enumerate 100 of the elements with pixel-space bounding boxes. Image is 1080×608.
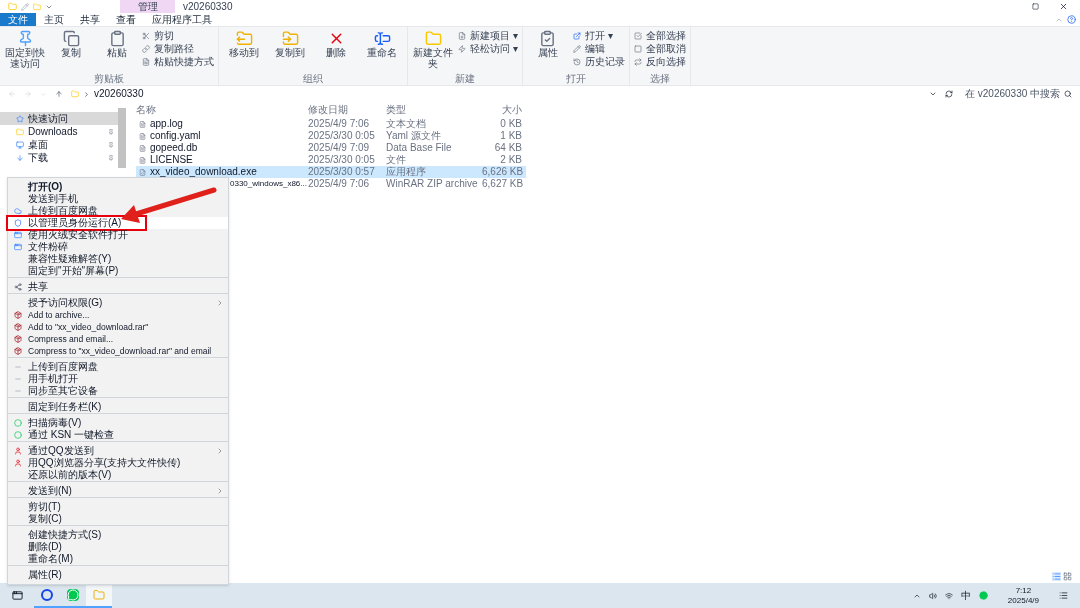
clock[interactable]: 7:12 2025/4/9 [1007,585,1039,606]
status-icon[interactable] [978,591,988,600]
menu-item[interactable]: 通过QQ发送到 [8,441,228,457]
ribbon-button[interactable]: 删除 [315,30,357,73]
ribbon-button[interactable]: 属性 [526,30,569,73]
ribbon-group-label: 剪贴板 [93,73,125,85]
menu-item[interactable]: 用QQ浏览器分享(支持大文件快传) [8,457,228,469]
address-bar[interactable]: v20260330 [71,87,921,101]
ribbon-button[interactable]: 重命名 [361,30,403,73]
file-size: 64 KB [493,142,523,154]
column-header[interactable]: 修改日期 [308,104,386,116]
help-icon[interactable] [1067,15,1076,24]
cloud-icon [14,207,22,215]
menu-item[interactable]: 通过 KSN 一键检查 [8,429,228,441]
ribbon-small-button[interactable]: 粘贴快捷方式 [142,56,214,68]
ribbon-button[interactable]: 新建文件夹 [412,30,454,73]
menu-item[interactable]: 共享 [8,277,228,293]
ribbon-tab[interactable]: 共享 [72,13,108,26]
menu-item[interactable]: 上传到百度网盘 [8,357,228,373]
column-header[interactable]: 大小 [482,104,526,116]
menu-item[interactable]: 扫描病毒(V) [8,413,228,429]
search-field[interactable]: 在 v20260330 中搜索 [961,87,1072,101]
menu-item[interactable]: 固定到任务栏(K) [8,397,228,413]
menu-item[interactable]: 上传到百度网盘 [8,205,228,217]
ribbon-tab[interactable]: 应用程序工具 [144,13,220,26]
ribbon-small-button[interactable]: 历史记录 [572,56,625,68]
nav-item[interactable]: 桌面 [0,138,118,151]
menu-item[interactable]: 还原以前的版本(V) [8,469,228,481]
menu-item[interactable]: 剪切(T) [8,497,228,513]
menu-item[interactable]: Add to "xx_video_download.rar" [8,321,228,333]
menu-item[interactable]: Compress to "xx_video_download.rar" and email [8,345,228,357]
menu-item[interactable]: Add to archive... [8,309,228,321]
ribbon-button[interactable]: 复制 [50,30,92,73]
menu-item[interactable]: 属性(R) [8,565,228,581]
menu-item[interactable]: Compress and email... [8,333,228,345]
ribbon-tab[interactable]: 查看 [108,13,144,26]
ribbon-button[interactable]: 移动到 [223,30,265,73]
menu-item[interactable]: 发送到(N) [8,481,228,497]
menu-item[interactable]: 兼容性疑难解答(Y) [8,253,228,265]
nav-item[interactable]: 下载 [0,151,118,164]
menu-item[interactable]: 打开(O) [8,181,228,193]
pencil-icon[interactable] [21,2,29,11]
menu-item[interactable]: 创建快捷方式(S) [8,525,228,541]
notification-icon[interactable] [1059,591,1068,600]
ribbon-small-button[interactable]: 复制路径 [142,43,214,55]
nav-item[interactable]: 快速访问 [0,112,118,125]
file-date: 2025/3/30 0:05 [308,130,376,142]
menu-item[interactable]: 删除(D) [8,541,228,553]
menu-item[interactable]: 发送到手机 [8,193,228,205]
column-header[interactable]: 类型 [386,104,482,116]
refresh-icon[interactable] [945,90,953,98]
scrollbar[interactable] [118,108,126,168]
ribbon-small-button[interactable]: 全部选择 [633,30,686,42]
menu-item-label: 删除(D) [28,541,62,553]
file-row[interactable]: gopeed.db 2025/4/9 7:09 Data Base File 64 KB [136,142,526,154]
network-icon[interactable] [944,591,953,600]
volume-icon[interactable] [928,591,937,600]
dropdown-icon[interactable] [929,90,937,98]
ribbon-small-button[interactable]: 全部取消 [633,43,686,55]
input-method-indicator[interactable]: 中 [960,588,971,603]
large-icons-view-icon[interactable] [1063,572,1072,581]
ribbon-button[interactable]: 固定到快速访问 [4,30,46,73]
ribbon-small-button[interactable]: 新建项目 ▾ [458,30,518,42]
menu-item[interactable]: 授予访问权限(G) [8,293,228,309]
menu-item-label: 重命名(M) [28,553,73,565]
menu-item[interactable]: 用手机打开 [8,373,228,385]
menu-item[interactable]: 使用火绒安全软件打开 [8,229,228,241]
menu-item-label: 还原以前的版本(V) [28,469,112,481]
menu-item[interactable]: 重命名(M) [8,553,228,565]
ribbon-small-button[interactable]: 反向选择 [633,56,686,68]
file-size: 1 KB [499,130,523,142]
file-size: 6,627 KB [482,178,525,190]
details-view-icon[interactable] [1052,572,1061,581]
ribbon-small-button[interactable]: 剪切 [142,30,214,42]
ribbon-button[interactable]: 复制到 [269,30,311,73]
menu-item[interactable]: 同步至其它设备 [8,385,228,397]
menu-item-label: Compress and email... [28,333,114,345]
file-date: 2025/3/30 0:57 [308,166,376,178]
column-header[interactable]: 名称 [136,104,308,116]
ribbon-small-button[interactable]: 编辑 [572,43,625,55]
menu-item[interactable]: 固定到"开始"屏幕(P) [8,265,228,277]
ribbon-button[interactable]: 粘贴 [96,30,138,73]
file-row[interactable]: LICENSE 2025/3/30 0:05 文件 2 KB [136,154,526,166]
menu-item[interactable]: 复制(C) [8,513,228,525]
file-row[interactable]: xx_video_download.exe 2025/3/30 0:57 应用程序 6,626 KB [136,166,526,178]
menu-item[interactable]: 文件粉碎 [8,241,228,253]
menu-item[interactable]: 以管理员身份运行(A) [8,217,228,229]
restore-icon[interactable] [1032,3,1039,10]
close-icon[interactable] [1059,2,1068,11]
file-row[interactable]: config.yaml 2025/3/30 0:05 Yaml 源文件 1 KB [136,130,526,142]
file-row[interactable]: app.log 2025/4/9 7:06 文本文档 0 KB [136,118,526,130]
ribbon-small-button[interactable]: 轻松访问 ▾ [458,43,518,55]
ribbon-tab[interactable]: 主页 [36,13,72,26]
up-icon[interactable] [55,90,63,98]
ribbon-small-button[interactable]: 打开 ▾ [572,30,625,42]
ribbon-tab[interactable]: 文件 [0,13,36,26]
nav-item[interactable]: Downloads [0,125,118,138]
menu-item-label: Add to archive... [28,309,90,321]
pin-icon [108,128,114,135]
chevron-icon [83,90,90,98]
